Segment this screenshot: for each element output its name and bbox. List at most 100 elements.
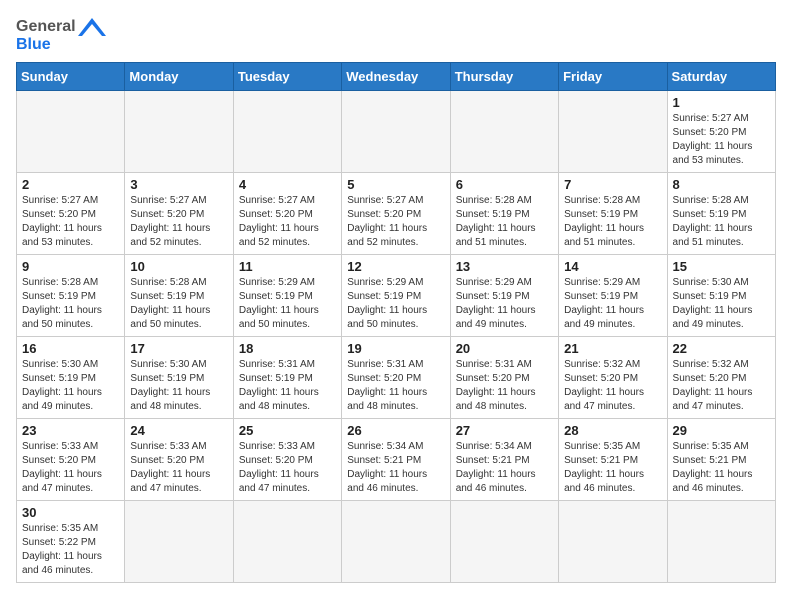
day-info: Sunrise: 5:28 AM Sunset: 5:19 PM Dayligh…: [130, 276, 227, 332]
calendar-cell-empty: [667, 500, 775, 582]
day-number: 24: [130, 423, 227, 438]
day-number: 26: [347, 423, 444, 438]
day-info: Sunrise: 5:35 AM Sunset: 5:21 PM Dayligh…: [673, 440, 770, 496]
calendar-cell: 23Sunrise: 5:33 AM Sunset: 5:20 PM Dayli…: [17, 418, 125, 500]
calendar-row-4: 23Sunrise: 5:33 AM Sunset: 5:20 PM Dayli…: [17, 418, 776, 500]
day-number: 12: [347, 259, 444, 274]
calendar-cell: 26 Sunrise: 5:34 AM Sunset: 5:21 PM Dayli…: [342, 418, 450, 500]
day-number: 30: [22, 505, 119, 520]
day-number: 16: [22, 341, 119, 356]
calendar-cell: 16 Sunrise: 5:30 AM Sunset: 5:19 PM Dayli…: [17, 336, 125, 418]
day-number: 4: [239, 177, 336, 192]
calendar-row-0: 1 Sunrise: 5:27 AM Sunset: 5:20 PM Daylig…: [17, 90, 776, 172]
calendar-cell: 4 Sunrise: 5:27 AM Sunset: 5:20 PM Daylig…: [233, 172, 341, 254]
logo: General Blue: [16, 16, 106, 54]
calendar-cell: 20 Sunrise: 5:31 AM Sunset: 5:20 PM Dayli…: [450, 336, 558, 418]
calendar-cell-empty: [342, 500, 450, 582]
calendar-cell: 11 Sunrise: 5:29 AM Sunset: 5:19 PM Dayli…: [233, 254, 341, 336]
day-info: Sunrise: 5:31 AM Sunset: 5:19 PM Dayligh…: [239, 358, 336, 414]
day-info: Sunrise: 5:31 AM Sunset: 5:20 PM Dayligh…: [456, 358, 553, 414]
weekday-header-friday: Friday: [559, 62, 667, 90]
day-info: Sunrise: 5:28 AM Sunset: 5:19 PM Dayligh…: [564, 194, 661, 250]
day-info: Sunrise: 5:32 AM Sunset: 5:20 PM Dayligh…: [564, 358, 661, 414]
calendar-cell: [233, 90, 341, 172]
day-number: 29: [673, 423, 770, 438]
calendar-cell-empty: [233, 500, 341, 582]
day-number: 5: [347, 177, 444, 192]
day-number: 17: [130, 341, 227, 356]
day-number: 3: [130, 177, 227, 192]
calendar-cell: 7 Sunrise: 5:28 AM Sunset: 5:19 PM Daylig…: [559, 172, 667, 254]
calendar-cell: 5 Sunrise: 5:27 AM Sunset: 5:20 PM Daylig…: [342, 172, 450, 254]
day-number: 22: [673, 341, 770, 356]
calendar-cell: 30 Sunrise: 5:35 AM Sunset: 5:22 PM Dayli…: [17, 500, 125, 582]
calendar-cell: 19Sunrise: 5:31 AM Sunset: 5:20 PM Dayli…: [342, 336, 450, 418]
calendar-cell: [342, 90, 450, 172]
calendar-cell: [450, 90, 558, 172]
logo-general-text: General: [16, 18, 76, 36]
logo-blue-text: Blue: [16, 36, 51, 54]
day-info: Sunrise: 5:33 AM Sunset: 5:20 PM Dayligh…: [22, 440, 119, 496]
day-info: Sunrise: 5:35 AM Sunset: 5:22 PM Dayligh…: [22, 522, 119, 578]
day-info: Sunrise: 5:34 AM Sunset: 5:21 PM Dayligh…: [456, 440, 553, 496]
calendar-cell: 27 Sunrise: 5:34 AM Sunset: 5:21 PM Dayli…: [450, 418, 558, 500]
day-info: Sunrise: 5:29 AM Sunset: 5:19 PM Dayligh…: [239, 276, 336, 332]
calendar-cell-empty: [559, 500, 667, 582]
day-info: Sunrise: 5:33 AM Sunset: 5:20 PM Dayligh…: [239, 440, 336, 496]
day-info: Sunrise: 5:29 AM Sunset: 5:19 PM Dayligh…: [564, 276, 661, 332]
calendar-cell: 3 Sunrise: 5:27 AM Sunset: 5:20 PM Daylig…: [125, 172, 233, 254]
weekday-header-tuesday: Tuesday: [233, 62, 341, 90]
calendar-cell-empty: [125, 500, 233, 582]
day-number: 10: [130, 259, 227, 274]
calendar-row-3: 16 Sunrise: 5:30 AM Sunset: 5:19 PM Dayli…: [17, 336, 776, 418]
day-number: 20: [456, 341, 553, 356]
calendar-cell: 14Sunrise: 5:29 AM Sunset: 5:19 PM Dayli…: [559, 254, 667, 336]
day-number: 15: [673, 259, 770, 274]
day-info: Sunrise: 5:27 AM Sunset: 5:20 PM Dayligh…: [673, 112, 770, 168]
weekday-header-saturday: Saturday: [667, 62, 775, 90]
day-number: 11: [239, 259, 336, 274]
calendar-cell: [125, 90, 233, 172]
weekday-header-monday: Monday: [125, 62, 233, 90]
day-number: 2: [22, 177, 119, 192]
calendar-cell: 25 Sunrise: 5:33 AM Sunset: 5:20 PM Dayli…: [233, 418, 341, 500]
calendar-cell: 8 Sunrise: 5:28 AM Sunset: 5:19 PM Daylig…: [667, 172, 775, 254]
weekday-header-thursday: Thursday: [450, 62, 558, 90]
calendar-row-5: 30 Sunrise: 5:35 AM Sunset: 5:22 PM Dayli…: [17, 500, 776, 582]
calendar-cell: 12Sunrise: 5:29 AM Sunset: 5:19 PM Dayli…: [342, 254, 450, 336]
day-info: Sunrise: 5:27 AM Sunset: 5:20 PM Dayligh…: [239, 194, 336, 250]
day-info: Sunrise: 5:31 AM Sunset: 5:20 PM Dayligh…: [347, 358, 444, 414]
calendar-cell: 21 Sunrise: 5:32 AM Sunset: 5:20 PM Dayli…: [559, 336, 667, 418]
calendar-cell: 22Sunrise: 5:32 AM Sunset: 5:20 PM Dayli…: [667, 336, 775, 418]
day-number: 6: [456, 177, 553, 192]
day-info: Sunrise: 5:27 AM Sunset: 5:20 PM Dayligh…: [130, 194, 227, 250]
calendar-row-1: 2 Sunrise: 5:27 AM Sunset: 5:20 PM Daylig…: [17, 172, 776, 254]
day-number: 25: [239, 423, 336, 438]
calendar-cell: 9 Sunrise: 5:28 AM Sunset: 5:19 PM Daylig…: [17, 254, 125, 336]
calendar-cell-empty: [450, 500, 558, 582]
calendar-cell: 15 Sunrise: 5:30 AM Sunset: 5:19 PM Dayli…: [667, 254, 775, 336]
day-info: Sunrise: 5:27 AM Sunset: 5:20 PM Dayligh…: [347, 194, 444, 250]
calendar-cell: 29 Sunrise: 5:35 AM Sunset: 5:21 PM Dayli…: [667, 418, 775, 500]
day-number: 27: [456, 423, 553, 438]
day-info: Sunrise: 5:28 AM Sunset: 5:19 PM Dayligh…: [673, 194, 770, 250]
calendar-cell: 24 Sunrise: 5:33 AM Sunset: 5:20 PM Dayli…: [125, 418, 233, 500]
day-info: Sunrise: 5:28 AM Sunset: 5:19 PM Dayligh…: [22, 276, 119, 332]
logo-blue-shape: [78, 16, 106, 38]
day-info: Sunrise: 5:30 AM Sunset: 5:19 PM Dayligh…: [22, 358, 119, 414]
page-header: General Blue: [16, 16, 776, 54]
day-info: Sunrise: 5:30 AM Sunset: 5:19 PM Dayligh…: [130, 358, 227, 414]
calendar-cell: 1 Sunrise: 5:27 AM Sunset: 5:20 PM Daylig…: [667, 90, 775, 172]
day-number: 13: [456, 259, 553, 274]
day-info: Sunrise: 5:33 AM Sunset: 5:20 PM Dayligh…: [130, 440, 227, 496]
day-number: 9: [22, 259, 119, 274]
day-info: Sunrise: 5:34 AM Sunset: 5:21 PM Dayligh…: [347, 440, 444, 496]
calendar-cell: [17, 90, 125, 172]
day-number: 8: [673, 177, 770, 192]
day-number: 18: [239, 341, 336, 356]
day-number: 21: [564, 341, 661, 356]
day-info: Sunrise: 5:30 AM Sunset: 5:19 PM Dayligh…: [673, 276, 770, 332]
day-number: 1: [673, 95, 770, 110]
calendar-cell: [559, 90, 667, 172]
day-number: 7: [564, 177, 661, 192]
